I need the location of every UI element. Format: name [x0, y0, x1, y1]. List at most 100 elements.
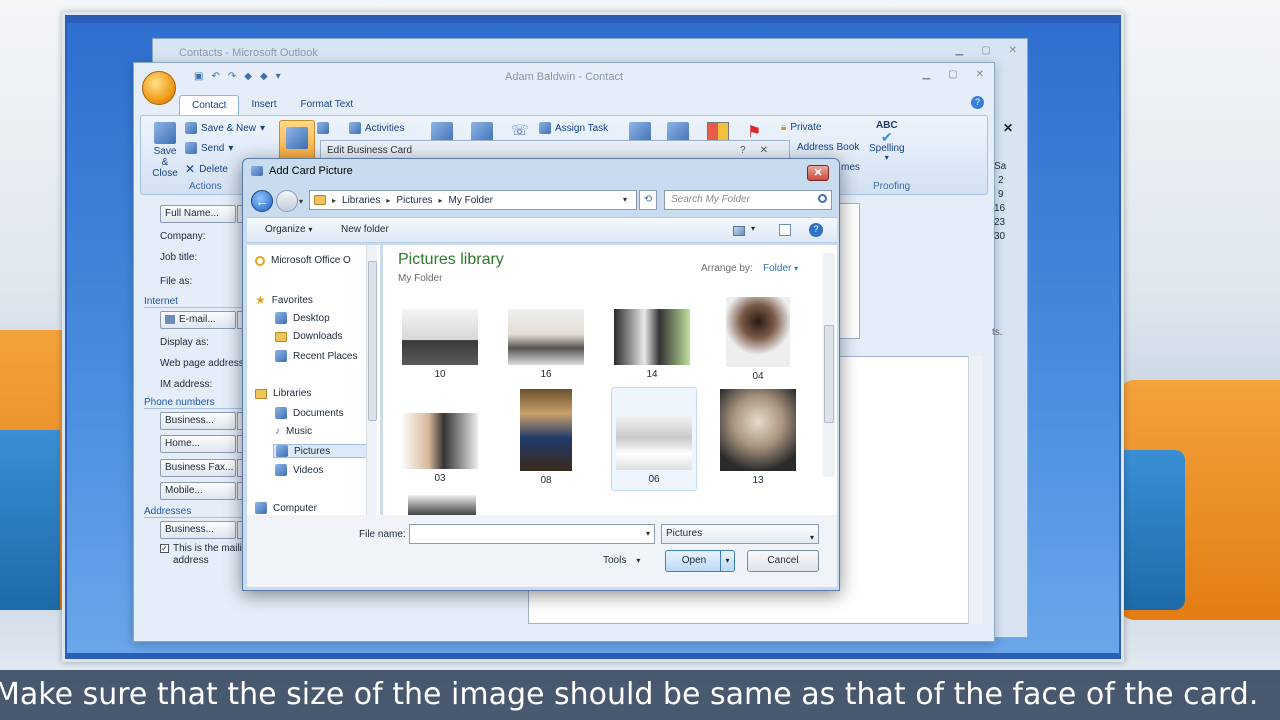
home-phone-button[interactable]: Home... — [160, 435, 236, 453]
calendar-day[interactable]: 2 — [994, 174, 1006, 188]
calendar-day[interactable]: 16 — [994, 202, 1006, 216]
back-arrow-icon[interactable]: ← — [251, 190, 273, 212]
refresh-icon[interactable]: ⟲ — [639, 190, 657, 210]
image-thumbnail[interactable]: 10 — [401, 309, 479, 380]
breadcrumb-separator-icon[interactable]: ▸ — [332, 196, 336, 205]
minimize-icon[interactable]: ▁ — [922, 69, 930, 80]
scrollbar-thumb[interactable] — [824, 325, 834, 423]
image-thumbnail[interactable]: 04 — [719, 297, 797, 382]
nav-item-music[interactable]: ♪ Music — [275, 426, 312, 437]
help-icon[interactable]: ? — [809, 223, 823, 237]
image-thumbnail[interactable]: 14 — [613, 309, 691, 380]
image-thumbnail[interactable]: 13 — [719, 389, 797, 486]
check-names-button[interactable]: mes — [841, 162, 860, 173]
dialog-close-button[interactable]: ✕ — [807, 165, 829, 181]
help-icon[interactable]: ? — [971, 96, 984, 109]
business-address-button[interactable]: Business... — [160, 521, 236, 539]
mailing-address-checkbox[interactable]: ✓ This is the mailing address — [160, 543, 243, 554]
change-view-icon[interactable] — [733, 226, 745, 236]
assign-task-button[interactable]: Assign Task — [539, 122, 608, 134]
nav-item-downloads[interactable]: Downloads — [275, 331, 342, 342]
nav-item-computer[interactable]: Computer — [255, 502, 317, 514]
tools-button[interactable]: Tools ▾ — [603, 555, 640, 566]
call-button[interactable]: ☏ — [511, 122, 529, 139]
business-phone-button[interactable]: Business... — [160, 412, 236, 430]
arrange-by-dropdown[interactable]: Folder ▾ — [763, 263, 798, 274]
follow-up-button[interactable]: ⚑ — [747, 122, 761, 142]
breadcrumb-separator-icon[interactable]: ▸ — [439, 196, 443, 205]
nav-item-documents[interactable]: Documents — [275, 407, 344, 419]
close-icon[interactable]: ✕ — [760, 145, 768, 156]
send-button[interactable]: Send ▾ — [185, 142, 233, 154]
business-fax-button[interactable]: Business Fax... — [160, 459, 236, 477]
full-name-button[interactable]: Full Name... — [160, 205, 236, 223]
image-thumbnail[interactable] — [403, 495, 481, 515]
save-icon[interactable]: ▣ — [194, 71, 203, 82]
organize-button[interactable]: Organize ▾ — [265, 224, 312, 235]
activities-button[interactable]: Activities — [349, 122, 404, 134]
chevron-down-icon[interactable]: ▾ — [646, 529, 650, 538]
tab-contact[interactable]: Contact — [179, 95, 240, 115]
file-type-select[interactable]: Pictures ▾ — [661, 524, 819, 544]
down-arrow-icon[interactable]: ◆ — [260, 71, 268, 82]
general-button[interactable] — [279, 120, 315, 160]
file-name-input[interactable]: ▾ — [409, 524, 655, 544]
mobile-phone-button[interactable]: Mobile... — [160, 482, 236, 500]
navigation-pane-scrollbar[interactable] — [366, 245, 377, 515]
undo-icon[interactable]: ↶ — [211, 71, 219, 82]
calendar-day[interactable]: 30 — [994, 230, 1006, 244]
redo-icon[interactable]: ↷ — [228, 71, 236, 82]
image-thumbnail-hovered[interactable]: 06 — [611, 387, 697, 491]
calendar-day[interactable]: 9 — [994, 188, 1006, 202]
close-icon[interactable]: ✕ — [976, 69, 984, 80]
nav-item-libraries[interactable]: Libraries — [255, 388, 311, 399]
tab-format-text[interactable]: Format Text — [288, 95, 365, 115]
nav-item-favorites[interactable]: ★ Favorites — [255, 293, 313, 307]
recent-locations-chevron-icon[interactable]: ▾ — [299, 197, 303, 206]
save-close-button[interactable]: Save & Close — [149, 122, 181, 179]
address-bar[interactable]: ▸ Libraries ▸ Pictures ▸ My Folder — [309, 190, 637, 210]
up-arrow-icon[interactable]: ◆ — [244, 71, 252, 82]
open-button[interactable]: Open ▾ — [665, 550, 735, 572]
scrollbar-thumb[interactable] — [368, 261, 377, 421]
nav-item-recent-places[interactable]: Recent Places — [275, 350, 357, 362]
address-dropdown-icon[interactable]: ▾ — [623, 195, 627, 204]
breadcrumb-libraries[interactable]: Libraries — [342, 195, 380, 206]
email-button[interactable]: E-mail... — [160, 311, 236, 329]
delete-button[interactable]: ✕ Delete — [185, 162, 228, 176]
nav-item-videos[interactable]: Videos — [275, 464, 323, 476]
preview-pane-icon[interactable] — [779, 224, 791, 236]
maximize-icon[interactable]: ▢ — [981, 45, 990, 56]
office-button[interactable] — [142, 71, 176, 105]
view-options-chevron-icon[interactable]: ▾ — [751, 224, 755, 233]
notes-scrollbar[interactable] — [968, 356, 983, 624]
forward-arrow-icon[interactable] — [276, 190, 298, 212]
help-icon[interactable]: ? — [740, 145, 746, 156]
details-button[interactable] — [317, 122, 329, 134]
file-list-scrollbar[interactable] — [823, 253, 835, 477]
private-button[interactable]: 🔒︎ Private — [781, 122, 821, 133]
image-thumbnail[interactable]: 03 — [401, 413, 479, 484]
minimize-icon[interactable]: ▁ — [955, 45, 963, 56]
address-book-button[interactable]: Address Book — [797, 142, 859, 153]
business-card-preview[interactable] — [838, 203, 860, 339]
image-thumbnail[interactable]: 08 — [507, 389, 585, 486]
new-folder-button[interactable]: New folder — [341, 224, 389, 235]
calendar-day[interactable]: 23 — [994, 216, 1006, 230]
breadcrumb-my-folder[interactable]: My Folder — [449, 195, 493, 206]
save-new-button[interactable]: Save & New ▾ — [185, 122, 265, 134]
cancel-button[interactable]: Cancel — [747, 550, 819, 572]
calendar-close-icon[interactable]: ✕ — [1003, 121, 1013, 135]
nav-item-office[interactable]: Microsoft Office O — [255, 255, 351, 266]
customize-qat-icon[interactable]: ▾ — [276, 71, 281, 82]
nav-item-pictures[interactable]: Pictures — [273, 444, 372, 458]
close-icon[interactable]: ✕ — [1009, 45, 1017, 56]
breadcrumb-separator-icon[interactable]: ▸ — [386, 196, 390, 205]
tab-insert[interactable]: Insert — [239, 95, 288, 115]
breadcrumb-pictures[interactable]: Pictures — [396, 195, 432, 206]
maximize-icon[interactable]: ▢ — [948, 69, 957, 80]
open-options-chevron-icon[interactable]: ▾ — [720, 551, 734, 571]
nav-item-desktop[interactable]: Desktop — [275, 312, 330, 324]
image-thumbnail[interactable]: 16 — [507, 309, 585, 380]
spelling-button[interactable]: ABC ✔ Spelling ▾ — [869, 120, 905, 162]
